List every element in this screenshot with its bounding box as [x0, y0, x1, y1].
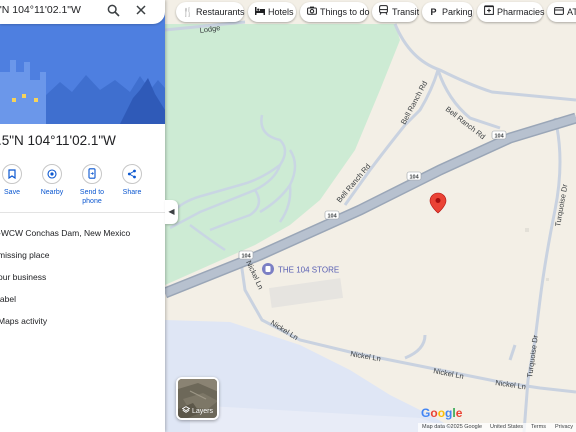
send-to-phone-button[interactable]: Send to phone	[72, 164, 112, 206]
bookmark-icon	[2, 164, 22, 184]
search-icon[interactable]	[105, 4, 121, 20]
country-link[interactable]: United States	[490, 423, 523, 432]
send-to-phone-label: Send to phone	[79, 189, 105, 205]
svg-text:104: 104	[328, 213, 338, 219]
action-row: Save Nearby Send to phone Share	[0, 164, 165, 210]
layers-icon	[181, 406, 192, 415]
chip-pharmacies[interactable]: Pharmacies	[477, 2, 545, 22]
chevron-left-icon: ◀	[168, 207, 175, 216]
route-shield: 104	[324, 210, 340, 219]
search-bar[interactable]	[0, 0, 165, 24]
attribution-text: Map data ©2025 Google	[422, 424, 483, 430]
close-icon[interactable]	[133, 4, 149, 20]
nearby-icon	[42, 164, 62, 184]
restaurant-icon: 🍴	[182, 7, 194, 17]
google-logo: Google	[421, 406, 463, 420]
parking-icon: P	[430, 7, 437, 17]
nearby-button[interactable]: Nearby	[32, 164, 72, 197]
svg-text:104: 104	[242, 253, 252, 259]
share-icon	[122, 164, 142, 184]
camera-icon	[306, 2, 317, 22]
map-footer: Map data ©2025 Google United States Term…	[418, 423, 576, 432]
place-panel: .5"N 104°11'02.1"W Save Nearby Send t	[0, 0, 165, 432]
route-shield: 104	[491, 130, 507, 139]
save-button[interactable]: Save	[0, 164, 32, 197]
menu-item-address[interactable]: -WCW Conchas Dam, New Mexico	[0, 228, 130, 238]
nearby-label: Nearby	[40, 189, 64, 196]
chip-atms[interactable]: ATMs	[547, 2, 576, 22]
chip-hotels[interactable]: Hotels	[248, 2, 296, 22]
phone-icon	[82, 164, 102, 184]
chip-things-to-do[interactable]: Things to do	[300, 2, 370, 22]
divider	[0, 212, 165, 213]
pharmacy-icon	[483, 2, 494, 22]
transit-icon	[378, 2, 389, 22]
chip-restaurants[interactable]: 🍴 Restaurants	[176, 2, 245, 22]
terms-link[interactable]: Terms	[531, 423, 546, 432]
menu-item-add-business[interactable]: our business	[0, 272, 46, 282]
poi-marker[interactable]	[262, 263, 274, 275]
route-shield: 104	[406, 171, 422, 180]
poi-label[interactable]: THE 104 STORE	[278, 266, 339, 275]
chip-parking[interactable]: P Parking	[422, 2, 473, 22]
place-title: .5"N 104°11'02.1"W	[0, 133, 116, 148]
search-input[interactable]	[0, 4, 94, 16]
chip-transit[interactable]: Transit	[372, 2, 419, 22]
layers-label: Layers	[181, 406, 213, 415]
collapse-panel-button[interactable]: ◀	[165, 200, 178, 224]
menu-item-add-label[interactable]: label	[0, 294, 16, 304]
share-label: Share	[122, 189, 142, 196]
menu-item-add-missing-place[interactable]: missing place	[0, 250, 50, 260]
save-label: Save	[4, 189, 20, 196]
privacy-link[interactable]: Privacy	[555, 423, 573, 432]
svg-text:104: 104	[495, 133, 505, 139]
svg-text:104: 104	[410, 174, 420, 180]
menu-item-maps-activity[interactable]: Maps activity	[0, 316, 47, 326]
layers-button[interactable]: Layers	[176, 377, 219, 420]
route-shield: 104	[238, 250, 254, 260]
atm-icon	[553, 2, 564, 22]
hotel-icon	[254, 2, 265, 22]
share-button[interactable]: Share	[112, 164, 152, 197]
maps-window: 104 104 104 104 Lodge Bell Ranch Rd Bell…	[0, 0, 576, 432]
